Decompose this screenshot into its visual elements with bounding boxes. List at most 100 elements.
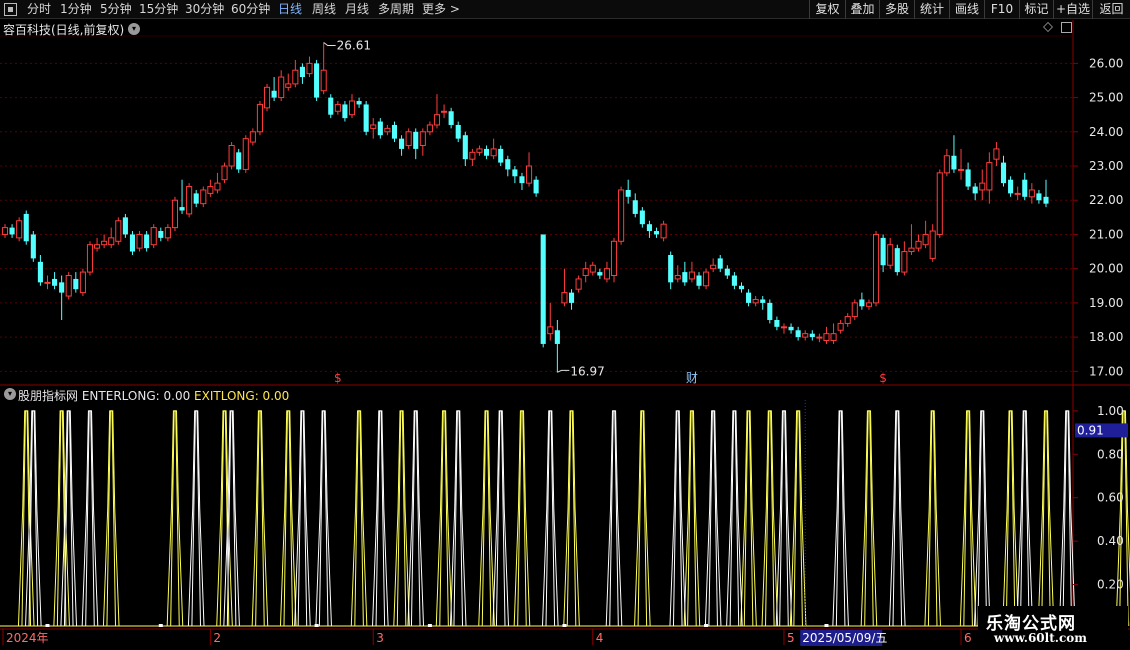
candle-body-down	[1036, 193, 1042, 201]
exitlong-spike	[407, 410, 425, 627]
enterlong-spike	[743, 410, 754, 627]
candle-body-down	[1043, 196, 1049, 204]
exitlong-spike	[726, 410, 743, 627]
candle-body-up	[887, 244, 894, 266]
enterlong-spike	[860, 410, 878, 627]
baseline-marker	[314, 624, 319, 627]
candle-body-down	[356, 101, 362, 105]
window-toggle-icon[interactable]	[1061, 22, 1072, 33]
exitlong-spike	[973, 410, 991, 627]
candle-body-down	[668, 254, 674, 283]
candle-body-down	[391, 124, 398, 139]
candle-body-down	[377, 121, 383, 136]
exitlong-spike	[779, 410, 789, 627]
candle-body-down	[314, 63, 320, 98]
exitlong-spike	[495, 410, 506, 627]
candle-body-down	[809, 333, 815, 338]
enterlong-spike	[789, 410, 807, 627]
candle-body-up	[405, 131, 412, 146]
candle-body-up	[901, 251, 908, 273]
price-tick-label: 18.00	[1089, 330, 1123, 344]
candle-body-down	[646, 224, 652, 232]
price-tick-label: 19.00	[1089, 296, 1123, 310]
price-tick-label: 20.00	[1089, 262, 1123, 276]
date-label: 2	[213, 631, 221, 645]
candle-body-down	[951, 155, 957, 170]
candle-body-up	[278, 76, 285, 99]
baseline-marker	[562, 624, 567, 627]
candle-body-down	[462, 135, 468, 160]
candle-body-down	[498, 148, 504, 163]
exitlong-spike	[315, 410, 332, 627]
candle-body-up	[101, 240, 108, 246]
event-marker: 财	[686, 371, 698, 385]
candle-body-up	[993, 148, 1000, 160]
candle-body-up	[915, 240, 922, 249]
candle-body-up	[561, 292, 568, 304]
enterlong-spike	[683, 410, 701, 627]
low-price-label: 16.97	[570, 364, 604, 378]
candle-body-down	[597, 272, 603, 276]
enterlong-spike	[765, 410, 775, 627]
candle-body-down	[399, 138, 405, 149]
chevron-down-icon[interactable]: ▾	[4, 388, 16, 400]
price-tick-label: 25.00	[1089, 91, 1123, 105]
candle-body-up	[929, 230, 936, 259]
candle-body-up	[65, 275, 72, 297]
exitlong-spike	[672, 410, 683, 627]
candle-body-up	[703, 271, 710, 287]
exitlong-spike	[191, 410, 201, 627]
candle-body-down	[795, 330, 801, 338]
enterlong-spike	[517, 410, 527, 627]
price-tick-label: 23.00	[1089, 159, 1123, 173]
exitlong-spike	[609, 410, 619, 627]
candle-body-down	[760, 299, 766, 303]
candle-body-up	[44, 281, 51, 284]
candle-body-up	[525, 165, 533, 184]
chart-grid	[0, 62, 1073, 372]
enterlong-spike	[634, 410, 651, 627]
candle-body-up	[214, 182, 221, 191]
enterlong-spike	[959, 410, 977, 627]
candle-body-up	[865, 302, 873, 307]
candle-body-up	[802, 333, 809, 338]
indicator-tick-label: 1.00	[1097, 404, 1124, 418]
price-tick-label: 21.00	[1089, 227, 1123, 241]
candle-body-down	[894, 248, 900, 273]
chart-frame	[0, 20, 1130, 630]
candle-body-up	[688, 271, 695, 280]
exitlong-spike	[1016, 410, 1034, 627]
baseline-marker	[824, 624, 829, 627]
candle-body-up	[660, 223, 667, 239]
exitlong-spike	[669, 410, 687, 627]
high-price-label: 26.61	[337, 39, 371, 53]
candle-body-down	[519, 176, 525, 184]
chevron-down-icon[interactable]: ▾	[128, 23, 140, 35]
candle-body-up	[249, 131, 256, 143]
candle-body-down	[859, 299, 865, 307]
candle-body-down	[738, 285, 745, 290]
candle-body-down	[30, 234, 36, 259]
candle-body-down	[448, 111, 454, 125]
candle-body-up	[823, 333, 830, 342]
candle-body-up	[384, 127, 391, 133]
enterlong-spike	[255, 410, 265, 627]
candle-body-down	[512, 169, 518, 177]
candle-body-down	[731, 275, 737, 286]
candle-body-up	[433, 114, 441, 126]
candle-body-up	[263, 86, 271, 109]
enterlong-spike	[566, 410, 577, 627]
candle-body-up	[292, 69, 299, 85]
exitlong-spike	[704, 410, 722, 627]
enterlong-spike	[478, 410, 495, 627]
candle-body-down	[540, 234, 546, 344]
indicator-title: 股朋指标网 ENTERLONG: 0.00 EXITLONG: 0.00	[18, 387, 289, 404]
exitlong-spike	[541, 410, 559, 627]
candle-body-up	[752, 298, 759, 304]
candle-body-up	[186, 186, 193, 215]
candle-body-down	[653, 231, 660, 235]
candle-body-down	[682, 272, 688, 283]
candle-body-up	[306, 62, 313, 75]
kline-chart[interactable]: 26.0025.0024.0023.0022.0021.0020.0019.00…	[0, 0, 1130, 650]
date-label: 5	[787, 631, 795, 645]
